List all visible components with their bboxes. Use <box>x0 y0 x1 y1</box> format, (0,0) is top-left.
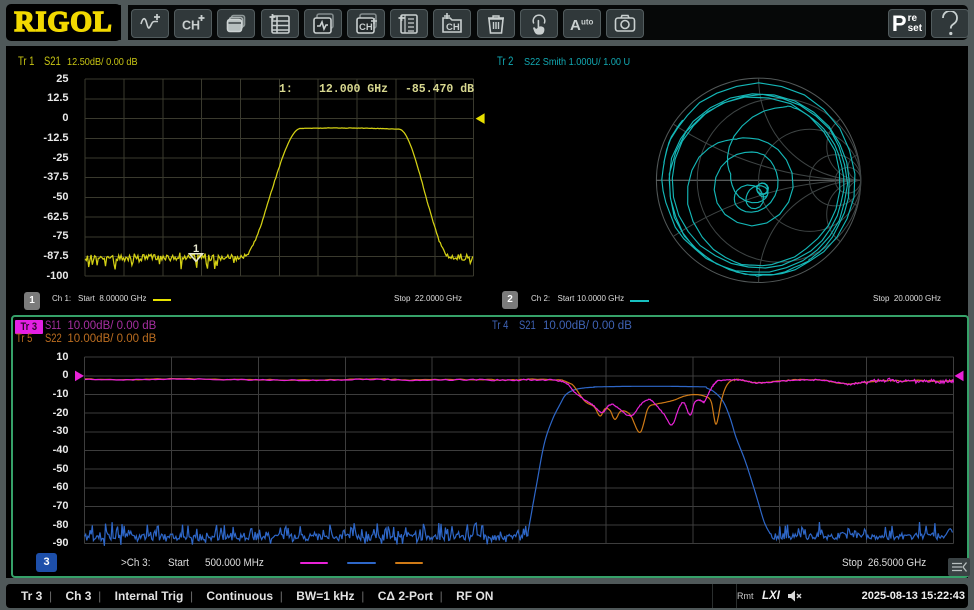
svg-text:-85.470 dB: -85.470 dB <box>405 83 474 96</box>
svg-text:1:: 1: <box>279 83 293 96</box>
svg-text:12.000 GHz: 12.000 GHz <box>319 83 388 96</box>
svg-text:1: 1 <box>193 243 199 255</box>
